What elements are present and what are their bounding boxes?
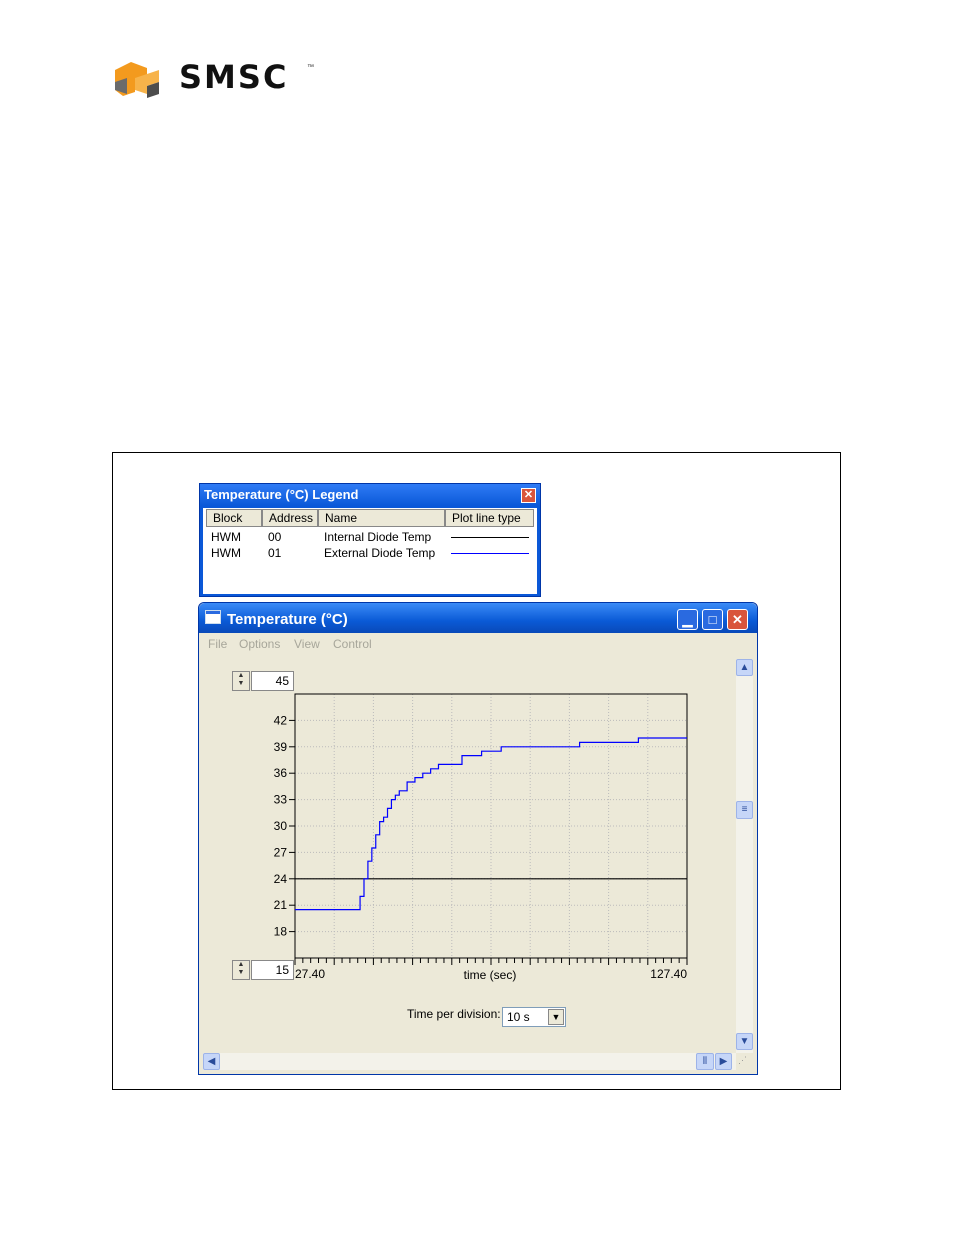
- x-tick-label-end: 127.40: [650, 967, 687, 981]
- x-axis-label: time (sec): [464, 968, 517, 982]
- column-header-name[interactable]: Name: [318, 509, 445, 527]
- temperature-chart: 18 21 24 27 30 33 36 39 42 27.40 127.40 time (se…: [274, 693, 688, 982]
- column-header-block[interactable]: Block: [206, 509, 262, 527]
- vertical-scrollbar[interactable]: ▲ ≡ ▼: [736, 659, 753, 1053]
- row-address: 00: [268, 530, 282, 544]
- temperature-window: Temperature (°C) ▁ □ ✕ File Options View…: [198, 602, 758, 1075]
- plot-line-sample-black: [451, 537, 529, 538]
- y-tick-label: 39: [274, 740, 288, 754]
- scroll-right-arrow-icon[interactable]: ▶: [715, 1053, 732, 1070]
- x-axis-ticks: [294, 958, 688, 965]
- legend-close-button[interactable]: ✕: [521, 488, 536, 503]
- y-tick-label: 36: [274, 766, 288, 780]
- scroll-left-arrow-icon[interactable]: ◀: [203, 1053, 220, 1070]
- time-per-division-label: Time per division:: [407, 1007, 501, 1021]
- y-tick-label: 33: [274, 793, 288, 807]
- legend-window: Temperature (°C) Legend ✕ Block Address …: [199, 483, 541, 597]
- row-block: HWM: [211, 530, 241, 544]
- y-tick-label: 21: [274, 898, 288, 912]
- legend-title: Temperature (°C) Legend: [200, 484, 540, 506]
- scroll-up-arrow-icon[interactable]: ▲: [736, 659, 753, 676]
- x-tick-label-start: 27.40: [295, 967, 325, 981]
- scroll-down-arrow-icon[interactable]: ▼: [736, 1033, 753, 1050]
- horizontal-scrollbar[interactable]: ◀ ⦀ ▶: [203, 1053, 736, 1070]
- resize-grip-icon[interactable]: ⋰: [738, 1055, 752, 1069]
- time-per-division-value: 10 s: [507, 1010, 530, 1024]
- smsc-logo-icon: [115, 62, 159, 98]
- trademark-symbol: ™: [307, 64, 314, 71]
- y-tick-label: 42: [274, 713, 288, 727]
- row-block: HWM: [211, 546, 241, 560]
- smsc-logo: SMSC ™: [113, 58, 323, 100]
- row-name: Internal Diode Temp: [324, 530, 432, 544]
- chevron-down-icon[interactable]: ▼: [548, 1009, 564, 1025]
- row-address: 01: [268, 546, 282, 560]
- column-header-address[interactable]: Address: [262, 509, 318, 527]
- chart-grid: [295, 694, 687, 958]
- y-tick-label: 27: [274, 845, 288, 859]
- y-axis-ticks: 18 21 24 27 30 33 36 39 42: [274, 713, 295, 939]
- column-header-plot-line-type[interactable]: Plot line type: [445, 509, 534, 527]
- plot-line-sample-blue: [451, 553, 529, 554]
- y-tick-label: 30: [274, 819, 288, 833]
- logo-wordmark: SMSC: [179, 58, 289, 96]
- row-name: External Diode Temp: [324, 546, 436, 560]
- y-tick-label: 18: [274, 925, 288, 939]
- legend-table: Block Address Name Plot line type HWM 00…: [203, 508, 537, 594]
- y-tick-label: 24: [274, 872, 288, 886]
- time-per-division-select[interactable]: 10 s ▼: [502, 1007, 566, 1027]
- vertical-scroll-thumb[interactable]: ≡: [736, 801, 753, 819]
- horizontal-scroll-thumb[interactable]: ⦀: [696, 1053, 714, 1070]
